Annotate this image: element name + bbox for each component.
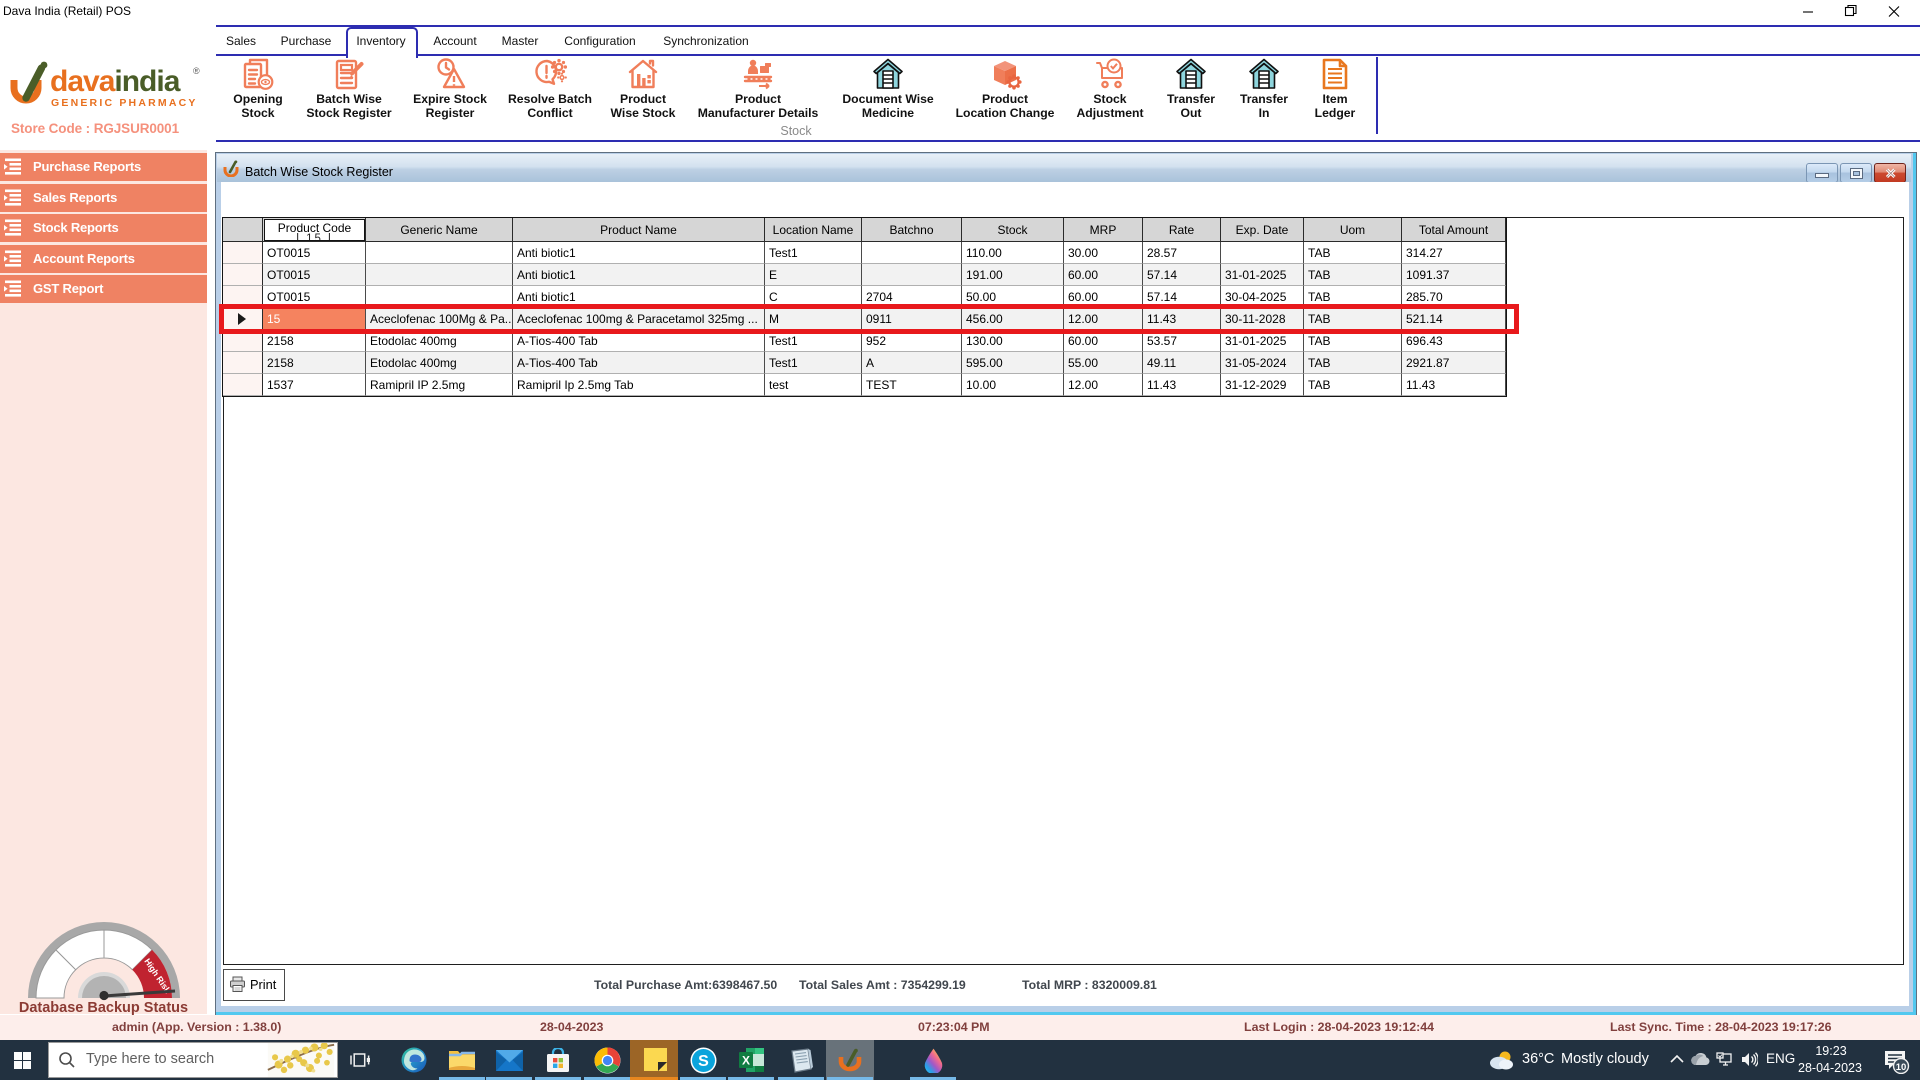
svg-text:10: 10	[1896, 1062, 1907, 1073]
svg-text:X: X	[742, 1054, 750, 1068]
svg-text:®: ®	[193, 66, 200, 76]
svg-text:GENERIC PHARMACY: GENERIC PHARMACY	[51, 97, 198, 109]
svg-text:S: S	[698, 1053, 709, 1070]
svg-text:davaindia: davaindia	[50, 65, 181, 98]
